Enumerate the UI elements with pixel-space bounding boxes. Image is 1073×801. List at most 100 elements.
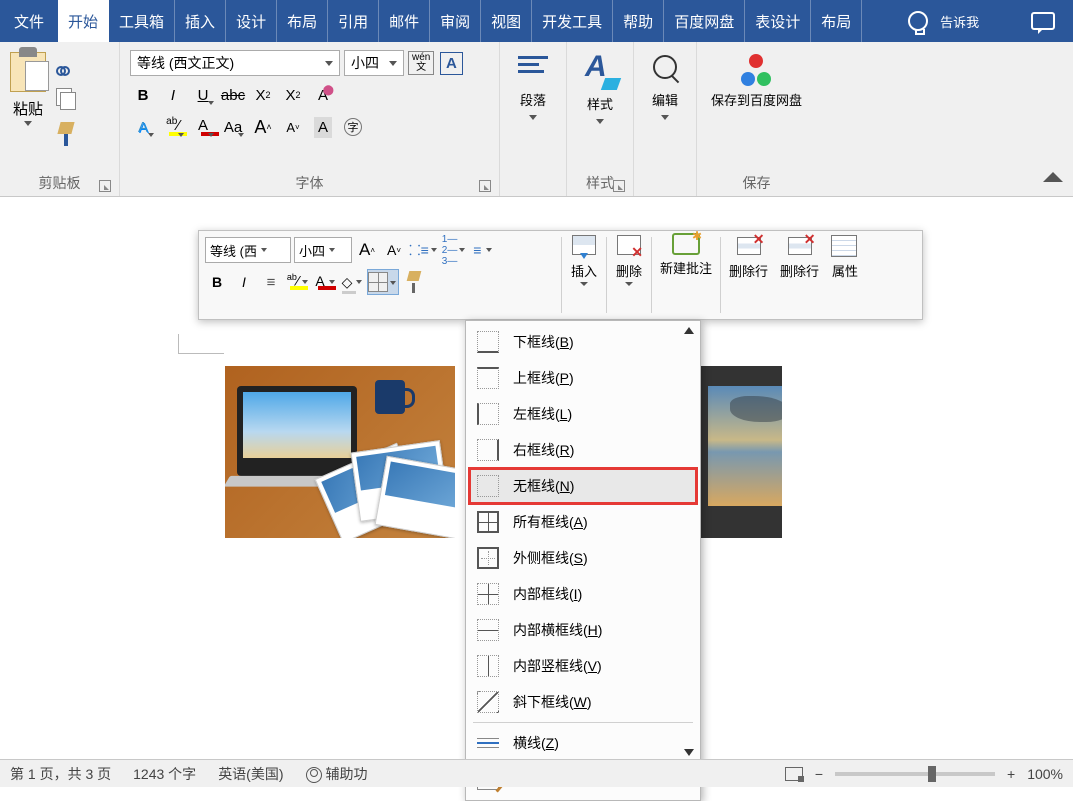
tab-mail[interactable]: 邮件 <box>379 0 430 42</box>
cut-icon[interactable] <box>56 54 78 76</box>
tab-layout2[interactable]: 布局 <box>811 0 862 42</box>
menu-right-border[interactable]: 右框线(R) <box>469 432 697 468</box>
text-effects-button[interactable]: A <box>130 114 156 140</box>
mini-format-painter[interactable] <box>402 269 426 295</box>
tab-view[interactable]: 视图 <box>481 0 532 42</box>
mini-font-size[interactable]: 小四 <box>294 237 352 263</box>
copy-icon[interactable] <box>56 88 78 110</box>
mini-shading[interactable]: ◇ <box>340 269 364 295</box>
font-color-button[interactable]: A <box>190 114 216 140</box>
status-page[interactable]: 第 1 页，共 3 页 <box>10 764 111 784</box>
change-case-button[interactable]: Aa <box>220 114 246 140</box>
menu-horizontal-line[interactable]: 横线(Z) <box>469 725 697 761</box>
paragraph-button[interactable]: 段落 <box>506 46 560 190</box>
scroll-down-icon[interactable] <box>684 749 694 756</box>
menu-left-border[interactable]: 左框线(L) <box>469 396 697 432</box>
tab-home[interactable]: 开始 <box>58 0 109 42</box>
underline-button[interactable]: U <box>190 82 216 108</box>
edit-button[interactable]: 编辑 <box>640 46 690 190</box>
paste-button[interactable]: 粘贴 <box>13 98 43 119</box>
collapse-ribbon-icon[interactable] <box>1043 172 1063 182</box>
zoom-slider[interactable] <box>835 772 995 776</box>
tab-layout[interactable]: 布局 <box>277 0 328 42</box>
mini-font-color[interactable]: A <box>313 269 337 295</box>
grow-font-button[interactable]: A˄ <box>250 114 276 140</box>
font-name-select[interactable]: 等线 (西文正文) <box>130 50 340 76</box>
clipboard-dialog-launcher[interactable] <box>99 180 111 192</box>
mini-borders-button[interactable] <box>367 269 399 295</box>
menu-top-border[interactable]: 上框线(P) <box>469 360 697 396</box>
mini-insert-button[interactable]: 插入 <box>564 231 604 319</box>
baidu-save-button[interactable]: 保存到百度网盘 <box>703 46 810 170</box>
menu-inside-borders[interactable]: 内部框线(I) <box>469 576 697 612</box>
content-image-right[interactable] <box>700 366 782 538</box>
tab-references[interactable]: 引用 <box>328 0 379 42</box>
mini-bullets[interactable]: ⸬≡ <box>409 237 439 263</box>
tab-tabledesign[interactable]: 表设计 <box>745 0 811 42</box>
tab-help[interactable]: 帮助 <box>613 0 664 42</box>
styles-dialog-launcher[interactable] <box>613 180 625 192</box>
menu-no-border[interactable]: 无框线(N) <box>469 468 697 504</box>
character-shading-icon[interactable]: A <box>310 114 336 140</box>
mini-highlight[interactable]: ab⁄ <box>286 269 310 295</box>
tab-developer[interactable]: 开发工具 <box>532 0 613 42</box>
italic-button[interactable]: I <box>160 82 186 108</box>
delete-row-icon <box>735 233 763 259</box>
menu-inside-h-border[interactable]: 内部横框线(H) <box>469 612 697 648</box>
menu-all-borders[interactable]: 所有框线(A) <box>469 504 697 540</box>
delete-row-icon <box>786 233 814 259</box>
bold-button[interactable]: B <box>130 82 156 108</box>
zoom-in-button[interactable]: + <box>1007 766 1015 782</box>
paste-icon[interactable] <box>10 52 46 92</box>
menu-bar: 文件 开始 工具箱 插入 设计 布局 引用 邮件 审阅 视图 开发工具 帮助 百… <box>0 0 1073 42</box>
mini-delete-row2[interactable]: 删除行 <box>774 231 825 319</box>
status-words[interactable]: 1243 个字 <box>133 764 196 784</box>
clear-formatting-icon[interactable]: A⬤ <box>310 82 336 108</box>
status-language[interactable]: 英语(美国) <box>218 764 283 784</box>
format-painter-icon[interactable] <box>56 122 78 146</box>
mini-grow-font[interactable]: A˄ <box>355 237 379 263</box>
mini-delete-button[interactable]: 删除 <box>609 231 649 319</box>
mini-delete-row1[interactable]: 删除行 <box>723 231 774 319</box>
view-mode-icon[interactable] <box>785 767 803 781</box>
comments-icon[interactable] <box>1031 12 1055 30</box>
tab-baidu[interactable]: 百度网盘 <box>664 0 745 42</box>
tab-file[interactable]: 文件 <box>0 0 58 42</box>
font-dialog-launcher[interactable] <box>479 180 491 192</box>
zoom-level[interactable]: 100% <box>1027 766 1063 782</box>
mini-shrink-font[interactable]: A˅ <box>382 237 406 263</box>
character-border-icon[interactable]: A <box>438 50 464 76</box>
zoom-out-button[interactable]: − <box>815 766 823 782</box>
mini-font-name[interactable]: 等线 (西 <box>205 237 291 263</box>
menu-bottom-border[interactable]: 下框线(B) <box>469 324 697 360</box>
tab-design[interactable]: 设计 <box>226 0 277 42</box>
font-size-select[interactable]: 小四 <box>344 50 404 76</box>
tellme-label[interactable]: 告诉我 <box>940 12 979 31</box>
mini-numbering[interactable]: 1—2—3— <box>442 237 468 263</box>
menu-inside-v-border[interactable]: 内部竖框线(V) <box>469 648 697 684</box>
phonetic-guide-icon[interactable]: wén文 <box>408 50 434 76</box>
mini-bold[interactable]: B <box>205 269 229 295</box>
highlight-button[interactable]: ab⁄ <box>160 114 186 140</box>
menu-outside-borders[interactable]: 外侧框线(S) <box>469 540 697 576</box>
strikethrough-button[interactable]: abc <box>220 82 246 108</box>
tab-insert[interactable]: 插入 <box>175 0 226 42</box>
mini-comment-button[interactable]: 新建批注 <box>654 231 718 319</box>
menu-diag-down-border[interactable]: 斜下框线(W) <box>469 684 697 720</box>
status-accessibility[interactable]: 辅助功 <box>306 764 368 784</box>
content-image-left[interactable] <box>225 366 455 538</box>
scroll-up-icon[interactable] <box>684 327 694 334</box>
enclose-char-icon[interactable]: 字 <box>340 114 366 140</box>
superscript-button[interactable]: X2 <box>280 82 306 108</box>
mini-italic[interactable]: I <box>232 269 256 295</box>
styles-icon <box>581 52 619 90</box>
subscript-button[interactable]: X2 <box>250 82 276 108</box>
tab-toolbox[interactable]: 工具箱 <box>109 0 175 42</box>
styles-button[interactable]: 样式 <box>573 46 627 170</box>
mini-properties[interactable]: 属性 <box>825 231 865 319</box>
tab-review[interactable]: 审阅 <box>430 0 481 42</box>
font-group-label: 字体 <box>296 175 324 191</box>
mini-linespace[interactable]: ≡ <box>470 237 494 263</box>
shrink-font-button[interactable]: A˅ <box>280 114 306 140</box>
mini-align[interactable]: ≡ <box>259 269 283 295</box>
